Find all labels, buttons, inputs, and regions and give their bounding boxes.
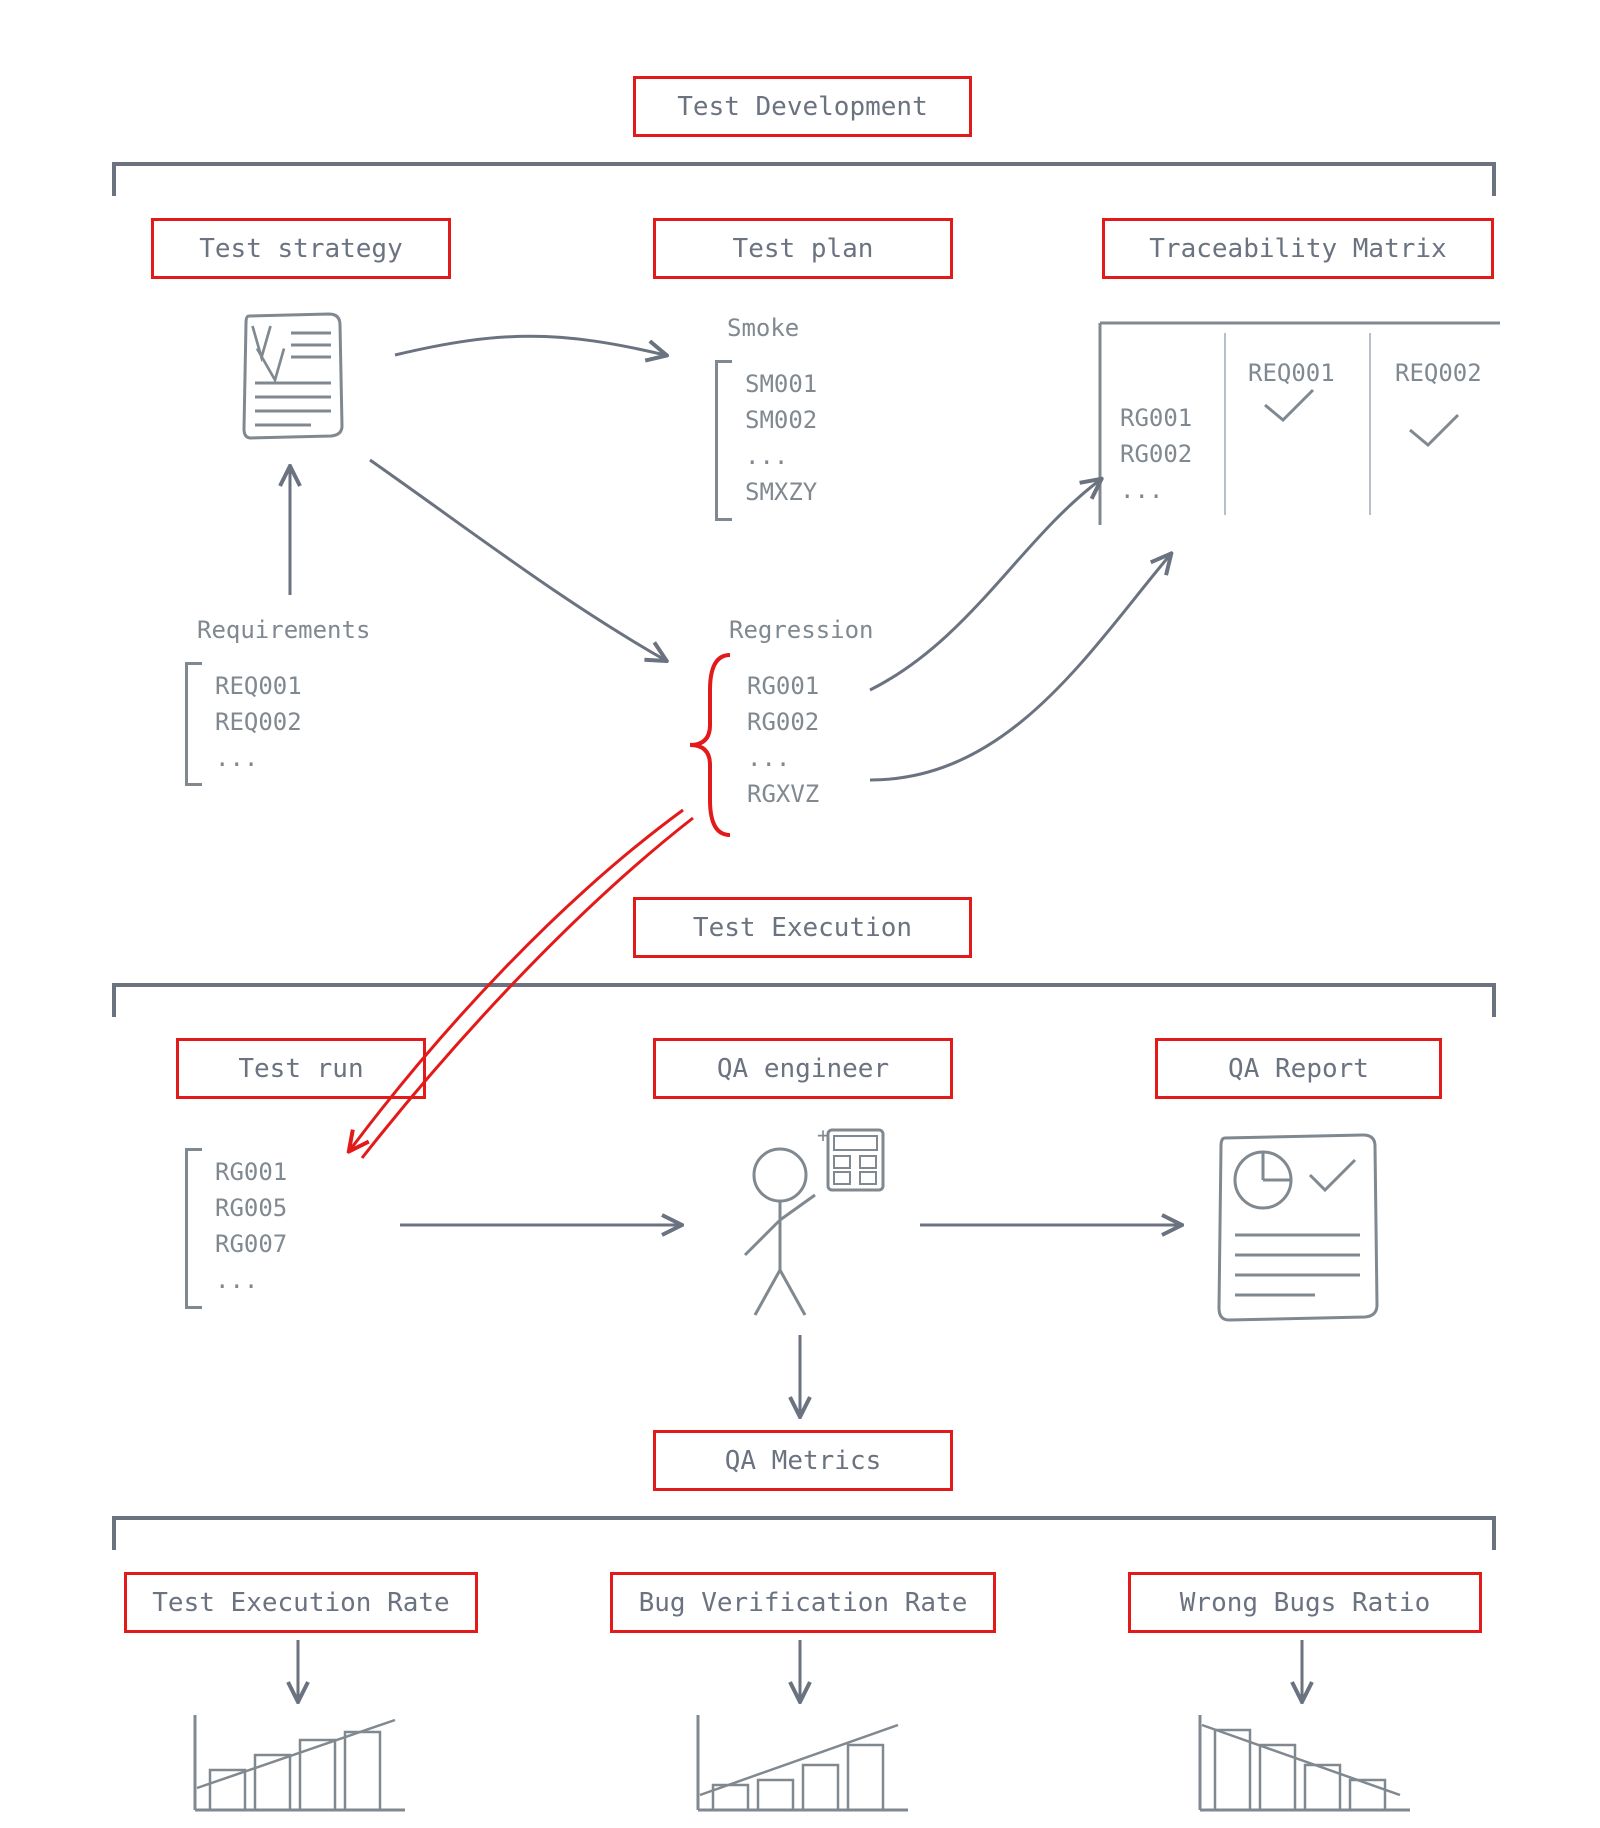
chart-exec-rate bbox=[185, 1710, 410, 1820]
trace-col-2: REQ002 bbox=[1395, 355, 1482, 391]
metric-wrong-bugs: Wrong Bugs Ratio bbox=[1128, 1572, 1482, 1633]
col-qa-report: QA Report bbox=[1155, 1038, 1442, 1099]
requirements-items: REQ001 REQ002 ... bbox=[215, 668, 302, 776]
bracket-dev bbox=[112, 162, 1496, 196]
section-test-execution: Test Execution bbox=[633, 897, 972, 958]
section-test-development: Test Development bbox=[633, 76, 972, 137]
bracket-metrics bbox=[112, 1516, 1496, 1550]
metric-test-exec-rate: Test Execution Rate bbox=[124, 1572, 478, 1633]
word-doc-icon bbox=[241, 311, 348, 440]
requirements-title: Requirements bbox=[197, 612, 370, 648]
col-test-run: Test run bbox=[176, 1038, 426, 1099]
col-test-plan: Test plan bbox=[653, 218, 953, 279]
regression-brace bbox=[680, 650, 740, 840]
col-test-strategy: Test strategy bbox=[151, 218, 451, 279]
testrun-items: RG001 RG005 RG007 ... bbox=[215, 1154, 287, 1298]
smoke-bracket bbox=[715, 360, 732, 521]
regression-items: RG001 RG002 ... RGXVZ bbox=[747, 668, 819, 812]
trace-col-1: REQ001 bbox=[1248, 355, 1335, 391]
section-qa-metrics: QA Metrics bbox=[653, 1430, 953, 1491]
trace-rows: RG001 RG002 ... bbox=[1120, 400, 1192, 508]
chart-wrong-bugs bbox=[1190, 1710, 1415, 1820]
smoke-items: SM001 SM002 ... SMXZY bbox=[745, 366, 817, 510]
svg-text:+: + bbox=[817, 1123, 829, 1147]
requirements-bracket bbox=[185, 662, 202, 786]
regression-title: Regression bbox=[729, 612, 874, 648]
qa-report-icon bbox=[1215, 1130, 1385, 1330]
bracket-exec bbox=[112, 983, 1496, 1017]
col-qa-engineer: QA engineer bbox=[653, 1038, 953, 1099]
col-traceability: Traceability Matrix bbox=[1102, 218, 1494, 279]
metric-bug-verification: Bug Verification Rate bbox=[610, 1572, 996, 1633]
testrun-bracket bbox=[185, 1148, 202, 1309]
chart-bug-rate bbox=[688, 1710, 913, 1820]
qa-engineer-icon: + bbox=[720, 1120, 890, 1320]
smoke-title: Smoke bbox=[727, 310, 799, 346]
